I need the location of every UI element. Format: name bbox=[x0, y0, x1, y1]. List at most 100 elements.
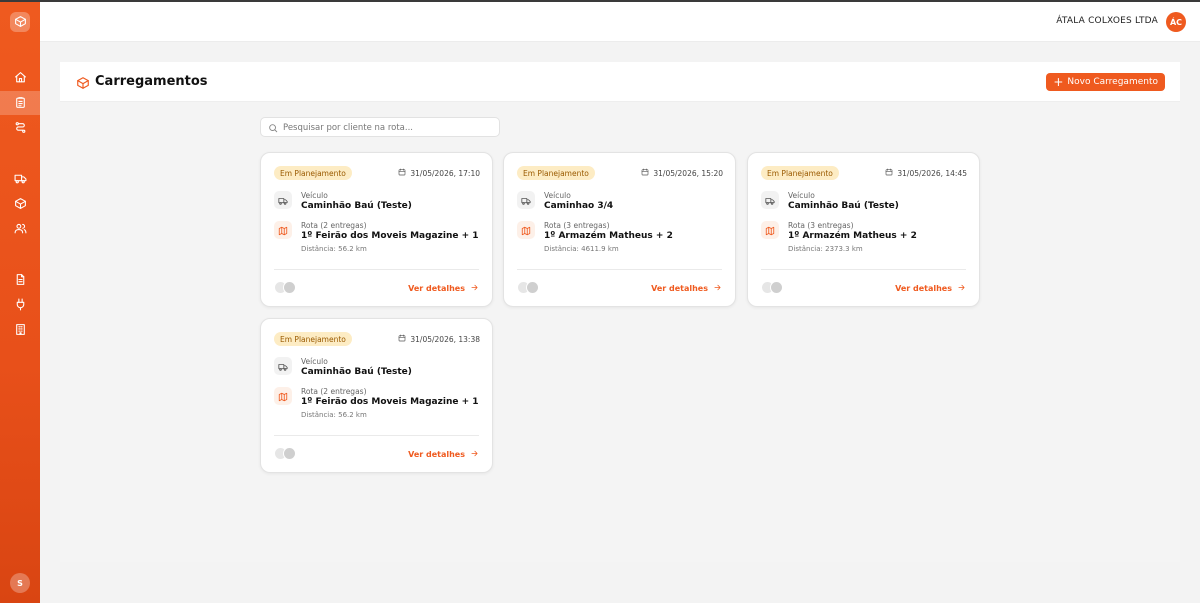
calendar-icon bbox=[885, 168, 893, 178]
sidebar-item-produtos[interactable] bbox=[0, 192, 40, 216]
carregamento-card[interactable]: Em Planejamento 31/05/2026, 15:20 Veícul… bbox=[503, 152, 736, 307]
route-distance: Distância: 56.2 km bbox=[301, 245, 367, 253]
carregamento-card[interactable]: Em Planejamento 31/05/2026, 17:10 Veícul… bbox=[260, 152, 493, 307]
route-name: 1º Armazém Matheus + 2 bbox=[544, 231, 673, 241]
status-badge: Em Planejamento bbox=[517, 166, 595, 180]
main-content: Carregamentos + Novo Carregamento Em Pla… bbox=[60, 62, 1180, 562]
route-label: Rota (3 entregas) bbox=[788, 221, 854, 230]
sidebar-item-rotas[interactable] bbox=[0, 116, 40, 140]
top-header: ÁTALA COLXOES LTDA ÁC bbox=[40, 2, 1200, 42]
arrow-right-icon bbox=[713, 283, 722, 294]
new-carregamento-label: Novo Carregamento bbox=[1067, 77, 1158, 87]
ver-detalhes-label: Ver detalhes bbox=[408, 284, 465, 293]
vehicle-icon-box bbox=[274, 357, 292, 375]
map-icon bbox=[521, 221, 531, 240]
building-icon bbox=[14, 321, 27, 340]
card-divider bbox=[274, 269, 479, 270]
sidebar-user-avatar[interactable]: S bbox=[10, 573, 30, 593]
route-name: 1º Feirão dos Moveis Magazine + 1 bbox=[301, 397, 479, 407]
vehicle-name: Caminhão Baú (Teste) bbox=[788, 201, 899, 211]
card-divider bbox=[517, 269, 722, 270]
ver-detalhes-link[interactable]: Ver detalhes bbox=[408, 449, 479, 460]
sidebar-item-empresa[interactable] bbox=[0, 318, 40, 342]
status-badge: Em Planejamento bbox=[274, 332, 352, 346]
home-icon bbox=[14, 69, 27, 88]
ver-detalhes-link[interactable]: Ver detalhes bbox=[895, 283, 966, 294]
page-title: Carregamentos bbox=[95, 74, 208, 89]
vehicle-label: Veículo bbox=[301, 191, 328, 200]
date-text: 31/05/2026, 17:10 bbox=[410, 168, 480, 178]
card-date: 31/05/2026, 14:45 bbox=[885, 168, 967, 178]
route-icon-box bbox=[274, 221, 292, 239]
new-carregamento-button[interactable]: + Novo Carregamento bbox=[1046, 73, 1165, 91]
sidebar-item-carregamentos[interactable] bbox=[0, 91, 40, 115]
map-icon bbox=[765, 221, 775, 240]
plug-icon bbox=[14, 296, 27, 315]
card-divider bbox=[761, 269, 966, 270]
vehicle-label: Veículo bbox=[301, 357, 328, 366]
card-date: 31/05/2026, 13:38 bbox=[398, 334, 480, 344]
package-icon bbox=[14, 13, 27, 32]
sidebar-item-veiculos[interactable] bbox=[0, 167, 40, 191]
arrow-right-icon bbox=[957, 283, 966, 294]
status-badge: Em Planejamento bbox=[761, 166, 839, 180]
route-distance: Distância: 2373.3 km bbox=[788, 245, 863, 253]
calendar-icon bbox=[641, 168, 649, 178]
ver-detalhes-link[interactable]: Ver detalhes bbox=[651, 283, 722, 294]
plus-icon: + bbox=[1053, 75, 1064, 89]
users-icon bbox=[14, 220, 27, 239]
package-icon bbox=[14, 195, 27, 214]
search-input[interactable] bbox=[283, 120, 493, 135]
company-name: ÁTALA COLXOES LTDA bbox=[1056, 16, 1158, 26]
vehicle-name: Caminhao 3/4 bbox=[544, 201, 614, 211]
map-icon bbox=[278, 221, 288, 240]
truck-icon bbox=[278, 357, 288, 376]
avatar-stack bbox=[274, 281, 298, 294]
vehicle-icon-box bbox=[761, 191, 779, 209]
date-text: 31/05/2026, 15:20 bbox=[653, 168, 723, 178]
vehicle-icon-box bbox=[517, 191, 535, 209]
avatar-stack bbox=[761, 281, 785, 294]
calendar-icon bbox=[398, 334, 406, 344]
vehicle-name: Caminhão Baú (Teste) bbox=[301, 201, 412, 211]
package-icon bbox=[76, 75, 90, 89]
ver-detalhes-link[interactable]: Ver detalhes bbox=[408, 283, 479, 294]
route-distance: Distância: 4611.9 km bbox=[544, 245, 619, 253]
avatar-stack bbox=[517, 281, 541, 294]
avatar-placeholder bbox=[526, 281, 539, 294]
avatar-placeholder bbox=[283, 447, 296, 460]
ver-detalhes-label: Ver detalhes bbox=[408, 450, 465, 459]
status-badge: Em Planejamento bbox=[274, 166, 352, 180]
ver-detalhes-label: Ver detalhes bbox=[651, 284, 708, 293]
route-name: 1º Armazém Matheus + 2 bbox=[788, 231, 917, 241]
card-date: 31/05/2026, 17:10 bbox=[398, 168, 480, 178]
file-text-icon bbox=[14, 271, 27, 290]
sidebar-item-relatorios[interactable] bbox=[0, 268, 40, 292]
page-header: Carregamentos + Novo Carregamento bbox=[60, 62, 1180, 102]
sidebar-item-integracoes[interactable] bbox=[0, 293, 40, 317]
ver-detalhes-label: Ver detalhes bbox=[895, 284, 952, 293]
date-text: 31/05/2026, 13:38 bbox=[410, 334, 480, 344]
sidebar-item-clientes[interactable] bbox=[0, 217, 40, 241]
carregamento-card[interactable]: Em Planejamento 31/05/2026, 13:38 Veícul… bbox=[260, 318, 493, 473]
route-icon-box bbox=[761, 221, 779, 239]
avatar-stack bbox=[274, 447, 298, 460]
arrow-right-icon bbox=[470, 449, 479, 460]
user-avatar[interactable]: ÁC bbox=[1166, 12, 1186, 32]
truck-icon bbox=[14, 170, 27, 189]
truck-icon bbox=[278, 191, 288, 210]
clipboard-icon bbox=[14, 94, 27, 113]
carregamento-card[interactable]: Em Planejamento 31/05/2026, 14:45 Veícul… bbox=[747, 152, 980, 307]
card-divider bbox=[274, 435, 479, 436]
sidebar-item-home[interactable] bbox=[0, 66, 40, 90]
route-label: Rota (3 entregas) bbox=[544, 221, 610, 230]
avatar-placeholder bbox=[770, 281, 783, 294]
route-icon-box bbox=[517, 221, 535, 239]
map-icon bbox=[278, 387, 288, 406]
avatar-placeholder bbox=[283, 281, 296, 294]
search-box bbox=[260, 117, 500, 137]
app-logo[interactable] bbox=[10, 12, 30, 32]
vehicle-icon-box bbox=[274, 191, 292, 209]
arrow-right-icon bbox=[470, 283, 479, 294]
route-icon-box bbox=[274, 387, 292, 405]
